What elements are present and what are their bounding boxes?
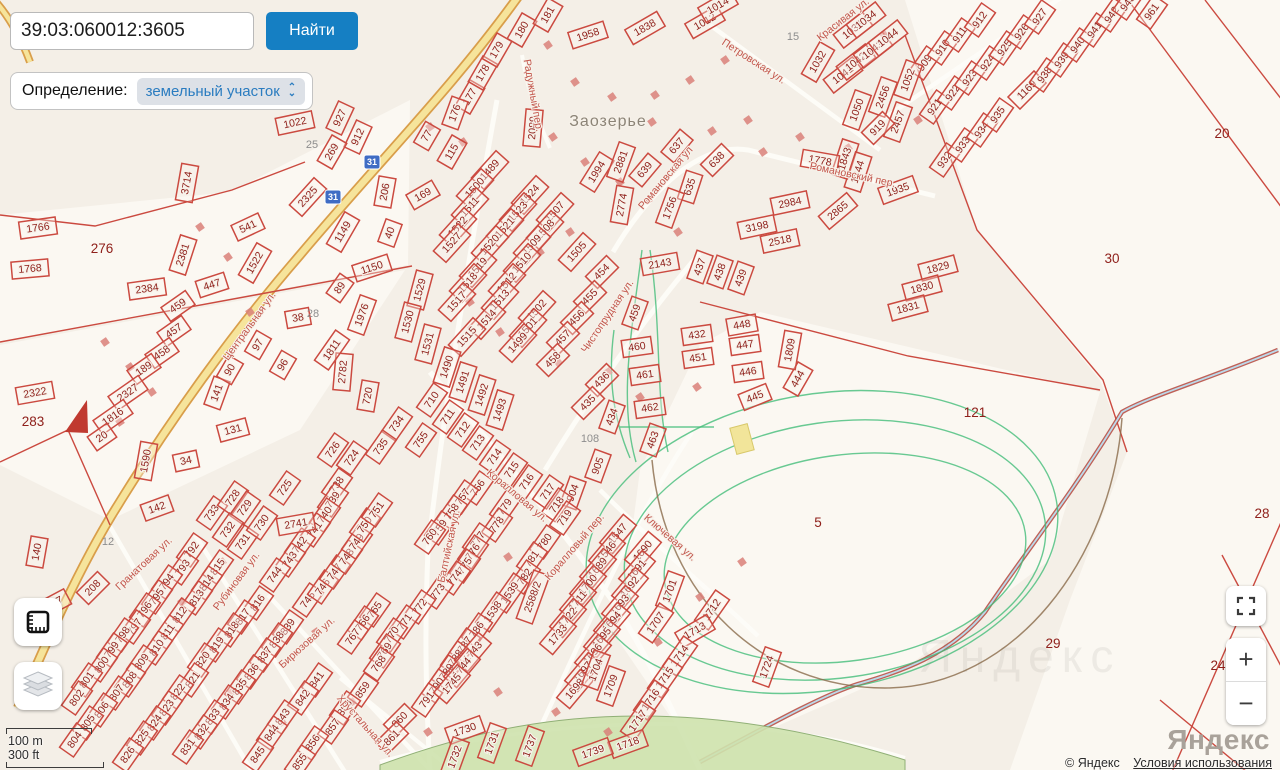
parcel-number: 276 — [91, 241, 114, 256]
map-canvas[interactable]: 1771781791801811958183810121014103210331… — [0, 0, 1280, 770]
parcel[interactable]: 461 — [629, 365, 661, 386]
terms-of-use-link[interactable]: Условия использования — [1133, 756, 1272, 770]
zoom-control: + − — [1226, 638, 1266, 725]
chevron-updown-icon: ⌃⌄ — [288, 85, 296, 97]
parcel-number: 5 — [814, 515, 822, 530]
parcel[interactable]: 447 — [729, 335, 761, 356]
parcel[interactable]: 446 — [732, 362, 764, 383]
svg-text:31: 31 — [328, 192, 338, 202]
road-number-badge: 31 — [364, 155, 380, 169]
scale-metric-label: 100 m — [6, 734, 104, 748]
parcel-number: 38 — [291, 311, 305, 325]
ruler-icon — [24, 608, 52, 636]
parcel-number: 121 — [964, 405, 987, 420]
house-number: 12 — [102, 536, 114, 548]
scale-imperial-bracket — [6, 762, 104, 768]
parcel-number: 446 — [738, 365, 757, 379]
parcel-number: 283 — [22, 414, 45, 429]
parcel-number: 2782 — [336, 360, 350, 384]
parcel[interactable]: 451 — [682, 348, 714, 369]
map-watermark: Яндекс — [919, 630, 1122, 682]
place-label: Заозерье — [569, 113, 646, 130]
house-number: 25 — [306, 139, 318, 151]
parcel[interactable]: 460 — [621, 337, 653, 358]
definition-select[interactable]: земельный участок ⌃⌄ — [137, 78, 306, 105]
definition-panel: Определение: земельный участок ⌃⌄ — [10, 72, 313, 110]
fullscreen-button[interactable] — [1226, 586, 1266, 626]
fullscreen-icon — [1236, 596, 1256, 616]
parcel[interactable]: 462 — [634, 398, 666, 419]
layers-icon — [21, 670, 55, 702]
cadastral-map-app: 1771781791801811958183810121014103210331… — [0, 0, 1280, 770]
find-button[interactable]: Найти — [266, 12, 358, 50]
definition-value: земельный участок — [146, 83, 280, 100]
parcel-number: 451 — [688, 351, 707, 365]
zoom-out-button[interactable]: − — [1226, 682, 1266, 725]
layers-button[interactable] — [14, 662, 62, 710]
parcel-number: 461 — [635, 368, 654, 382]
search-panel: Найти — [10, 12, 358, 50]
parcel-number: 432 — [687, 328, 706, 342]
parcel-number: 1768 — [18, 262, 42, 276]
parcel-number: 460 — [627, 340, 646, 354]
measure-ruler-button[interactable] — [14, 598, 62, 646]
parcel-number: 462 — [640, 401, 659, 415]
road-number-badge: 31 — [325, 190, 341, 204]
parcel-number: 28 — [1254, 506, 1269, 521]
parcel[interactable]: 1768 — [11, 259, 49, 279]
scale-imperial-label: 300 ft — [6, 748, 104, 762]
definition-label: Определение: — [22, 82, 128, 100]
parcel-number: 30 — [1104, 251, 1119, 266]
parcel-number: 24 — [1210, 658, 1226, 673]
parcel-number: 447 — [735, 338, 754, 352]
yandex-logo: Яндекс — [1167, 724, 1270, 756]
copyright-label: © Яндекс — [1065, 756, 1120, 770]
house-number: 15 — [787, 31, 799, 43]
parcel-number: 20 — [1214, 126, 1229, 141]
house-number: 108 — [581, 433, 599, 445]
cadastral-number-input[interactable] — [10, 12, 254, 50]
scale-bar: 100 m 300 ft — [6, 728, 104, 768]
map-attribution: © Яндекс Условия использования — [1065, 756, 1272, 770]
parcel[interactable]: 432 — [681, 325, 713, 346]
zoom-in-button[interactable]: + — [1226, 638, 1266, 681]
svg-text:31: 31 — [367, 157, 377, 167]
house-number: 28 — [307, 308, 319, 320]
